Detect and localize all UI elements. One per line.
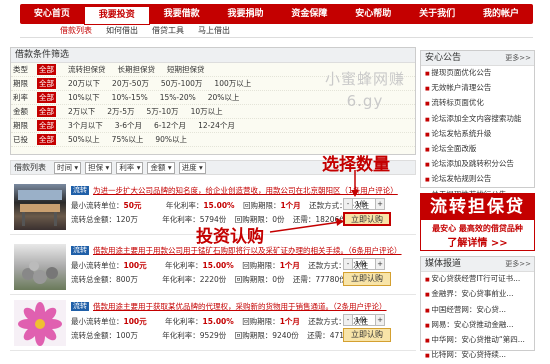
notice-item[interactable]: 流转标页面优化 <box>421 96 534 111</box>
media-more-link[interactable]: 更多>> <box>505 257 531 271</box>
notice-title: 安心公告 <box>425 53 462 63</box>
notice-item[interactable]: 无效帐户清理公告 <box>421 81 534 96</box>
banner-details-link[interactable]: 了解详情 >> <box>421 234 534 249</box>
notice-item[interactable]: 论坛全面改版 <box>421 142 534 157</box>
media-item[interactable]: 中国经营网：安心贷... <box>421 303 534 318</box>
notice-panel: 安心公告 更多>> 提现页面优化公告 无效帐户清理公告 流转标页面优化 论坛添加… <box>420 50 535 199</box>
media-header: 媒体报道 更多>> <box>421 257 534 272</box>
notice-item[interactable]: 提现页面优化公告 <box>421 66 534 81</box>
media-item[interactable]: 网易：安心贷推动金融... <box>421 318 534 333</box>
notice-item[interactable]: 论坛添加全文内容搜索功能 <box>421 112 534 127</box>
notice-header: 安心公告 更多>> <box>421 51 534 66</box>
promo-banner[interactable]: 流转担保贷 最安心 最高效的借贷品种 了解详情 >> <box>420 193 535 251</box>
notice-item[interactable]: 论坛发帖系统升级 <box>421 127 534 142</box>
media-panel: 媒体报道 更多>> 安心贷获经营IT行可证书... 金融界：安心贷事前业... … <box>420 256 535 359</box>
notice-item[interactable]: 论坛添加及跳转积分公告 <box>421 157 534 172</box>
media-item[interactable]: 金融界：安心贷事前业... <box>421 287 534 302</box>
notice-item[interactable]: 论坛发帖规则公告 <box>421 172 534 187</box>
banner-title: 流转担保贷 <box>421 194 534 220</box>
media-item[interactable]: 安心贷获经营IT行可证书... <box>421 272 534 287</box>
banner-subtitle: 最安心 最高效的借贷品种 <box>432 224 523 233</box>
notice-more-link[interactable]: 更多>> <box>505 51 531 65</box>
media-item[interactable]: 中华网：安心贷推动“第四... <box>421 333 534 348</box>
media-title: 媒体报道 <box>425 259 462 269</box>
